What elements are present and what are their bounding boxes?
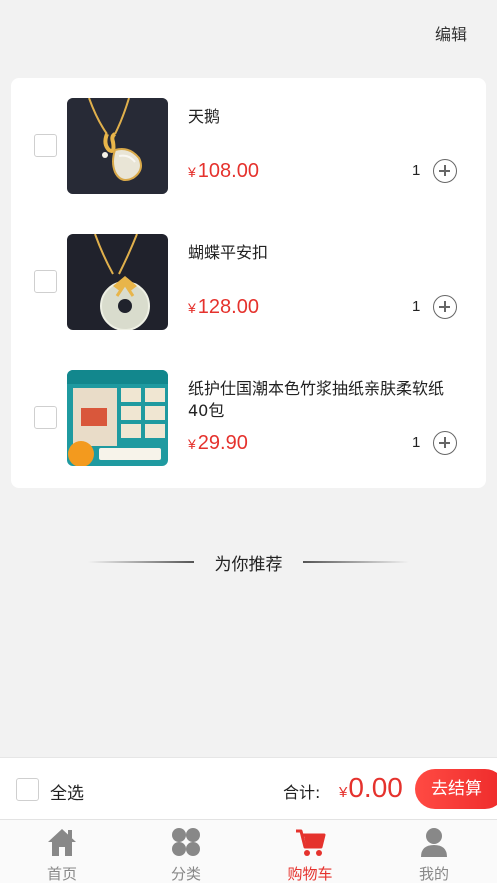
currency-symbol: ¥ (188, 164, 196, 180)
quantity-value: 1 (412, 434, 421, 451)
edit-button[interactable]: 编辑 (435, 21, 467, 45)
product-title[interactable]: 纸护仕国潮本色竹浆抽纸亲肤柔软纸40包 (188, 378, 458, 422)
tab-home[interactable]: 首页 (0, 820, 124, 883)
price-value: 29.90 (197, 432, 248, 454)
quantity-value: 1 (412, 298, 421, 315)
top-bar: 编辑 (0, 0, 497, 64)
select-all-checkbox[interactable] (16, 778, 39, 801)
product-title[interactable]: 天鹅 (188, 106, 458, 128)
product-price: ¥29.90 (188, 432, 248, 455)
tab-profile[interactable]: 我的 (372, 820, 496, 883)
plus-icon[interactable] (433, 431, 457, 455)
product-price: ¥128.00 (188, 296, 259, 319)
home-icon (48, 829, 76, 856)
currency-symbol: ¥ (339, 784, 348, 801)
cart-icon (296, 829, 326, 856)
tab-label: 我的 (418, 865, 449, 883)
user-icon (421, 828, 447, 857)
cart-item: 纸护仕国潮本色竹浆抽纸亲肤柔软纸40包 ¥29.90 1 (11, 370, 486, 470)
swan-pendant-image (67, 98, 168, 194)
currency-symbol: ¥ (188, 300, 196, 316)
tab-label: 分类 (170, 865, 201, 883)
product-price: ¥108.00 (188, 160, 259, 183)
total-amount: ¥0.00 (339, 772, 403, 804)
total-label: 合计: (283, 783, 321, 802)
item-checkbox[interactable] (34, 270, 57, 293)
checkout-button[interactable]: 去结算 (415, 769, 497, 809)
checkout-bar: 全选 合计: ¥0.00 去结算 (0, 757, 497, 819)
plus-icon[interactable] (433, 295, 457, 319)
butterfly-pendant-image (67, 234, 168, 330)
product-image[interactable] (67, 98, 168, 194)
grid-icon (172, 828, 200, 856)
tissue-pack-image (67, 370, 168, 466)
price-value: 128.00 (197, 296, 259, 318)
total-value: 0.00 (348, 772, 403, 803)
product-title[interactable]: 蝴蝶平安扣 (188, 242, 458, 264)
item-checkbox[interactable] (34, 406, 57, 429)
currency-symbol: ¥ (188, 436, 196, 452)
recommend-title: 为你推荐 (214, 555, 283, 575)
cart-list: 天鹅 ¥108.00 1 蝴蝶平安扣 ¥128.00 1 纸护仕国潮本色竹浆抽纸… (11, 78, 486, 488)
price-value: 108.00 (197, 160, 259, 182)
item-checkbox[interactable] (34, 134, 57, 157)
plus-icon[interactable] (433, 159, 457, 183)
tab-category[interactable]: 分类 (124, 820, 248, 883)
tab-label: 购物车 (287, 865, 333, 883)
tab-label: 首页 (46, 865, 77, 883)
tab-cart[interactable]: 购物车 (248, 820, 372, 883)
tab-bar: 首页 分类 购物车 我的 (0, 819, 497, 883)
quantity-value: 1 (412, 162, 421, 179)
recommend-divider: 为你推荐 (0, 550, 497, 575)
cart-item: 天鹅 ¥108.00 1 (11, 98, 486, 198)
product-image[interactable] (67, 370, 168, 466)
select-all-label[interactable]: 全选 (50, 779, 84, 804)
cart-item: 蝴蝶平安扣 ¥128.00 1 (11, 234, 486, 334)
divider-line-right (303, 561, 409, 563)
product-image[interactable] (67, 234, 168, 330)
